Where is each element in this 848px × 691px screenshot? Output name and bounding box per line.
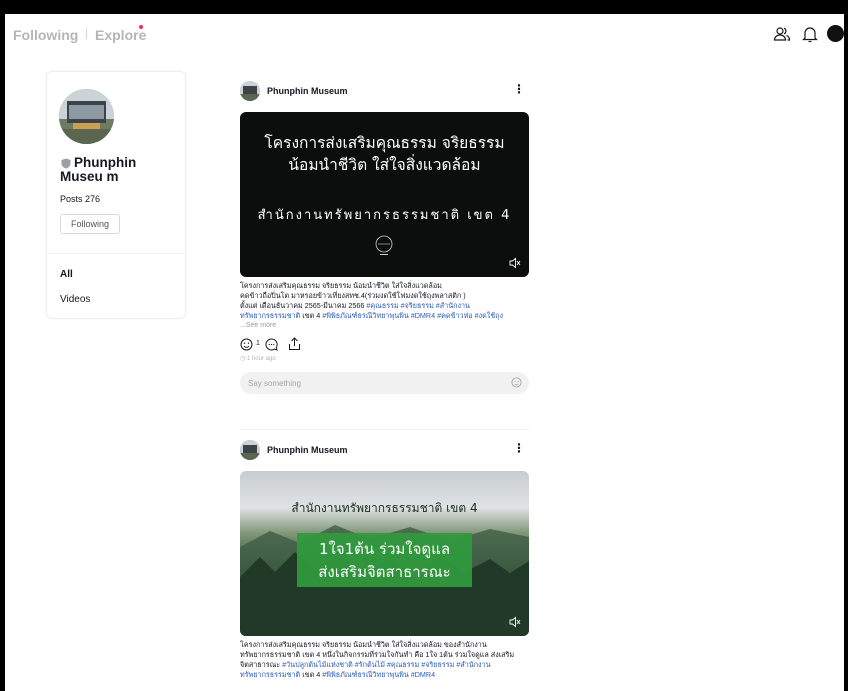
comment-input[interactable] bbox=[240, 372, 500, 394]
post-author-name[interactable]: Phunphin Museum bbox=[267, 86, 348, 96]
caption-hashtags[interactable]: #พิพิธภัณฑ์ธรณีวิทยาพุนพิน #DMR4 bbox=[322, 670, 435, 679]
following-button[interactable]: Following bbox=[60, 214, 120, 234]
nav-separator bbox=[86, 28, 87, 39]
video-subline: สำนักงานทรัพยากรธรรมชาติ เขต 4 bbox=[257, 208, 512, 223]
post-video[interactable]: โครงการส่งเสริมคุณธรรม จริยธรรม น้อมนำชี… bbox=[240, 112, 529, 277]
comment-box bbox=[240, 372, 529, 394]
bell-icon[interactable] bbox=[801, 25, 819, 43]
nav-following-tab[interactable]: Following bbox=[13, 27, 78, 43]
see-more-link[interactable]: ...See more bbox=[240, 321, 529, 331]
post-header: Phunphin Museum ⋮ bbox=[240, 81, 529, 105]
caption-text: ตั้งแต่ เดือนธันวาคม 2565-มีนาคม 2566 bbox=[240, 301, 365, 310]
profile-avatar[interactable] bbox=[59, 89, 114, 144]
caption-line: โครงการส่งเสริมคุณธรรม จริยธรรม น้อมนำชี… bbox=[240, 640, 487, 649]
banner-line-1: 1ใจ1ต้น ร่วมใจดูแล bbox=[318, 540, 451, 558]
reaction-count: 1 bbox=[256, 340, 260, 347]
video-headline-2: น้อมนำชีวิต ใส่ใจสิ่งแวดล้อม bbox=[288, 156, 481, 174]
share-icon[interactable] bbox=[288, 337, 301, 351]
clock-icon: ◷ bbox=[240, 356, 246, 362]
caption-line: ตั้งแต่ เดือนธันวาคม 2565-มีนาคม 2566 #ค… bbox=[240, 301, 529, 311]
profile-divider bbox=[47, 253, 185, 254]
feed-post: Phunphin Museum ⋮ สำนักงานทรัพยากรธรรมชา… bbox=[240, 440, 529, 680]
top-bar: Following Explore bbox=[5, 14, 844, 54]
emoji-icon[interactable] bbox=[511, 377, 522, 388]
caption-hashtags[interactable]: ทรัพยากรธรรมชาติ bbox=[240, 670, 300, 679]
post-author-avatar[interactable] bbox=[240, 81, 260, 101]
profile-card: Phunphin Museu m Posts 276 Following All… bbox=[46, 71, 186, 319]
profile-name: Phunphin Museu m bbox=[60, 155, 137, 184]
caption-line: ทรัพยากรธรรมชาติ เขต 4 หนึ่งในกิจกรรมที่… bbox=[240, 650, 515, 659]
more-options-icon[interactable]: ⋮ bbox=[513, 441, 525, 455]
caption-line: โครงการส่งเสริมคุณธรรม จริยธรรม น้อมนำชี… bbox=[240, 281, 442, 290]
caption-hashtags[interactable]: #พิพิธภัณฑ์ธรณีวิทยาพุนพิน #DMR4 #คดข้าว… bbox=[322, 311, 503, 320]
comment-icon[interactable] bbox=[265, 338, 278, 351]
mute-icon[interactable] bbox=[509, 257, 521, 269]
user-avatar[interactable] bbox=[827, 25, 844, 42]
caption-text: เขต 4 bbox=[302, 311, 321, 320]
post-actions: 1 bbox=[240, 335, 529, 355]
video-headline: สำนักงานทรัพยากรธรรมชาติ เขต 4 bbox=[291, 501, 478, 515]
feed-post: Phunphin Museum ⋮ โครงการส่งเสริมคุณธรรม… bbox=[240, 81, 529, 394]
post-time: ◷ 1 hour ago bbox=[240, 355, 529, 362]
caption-hashtags[interactable]: #วันปลูกต้นไม้แห่งชาติ #รักต้นไม้ #คุณธร… bbox=[282, 660, 490, 669]
app-window: Following Explore Phunphin Museu m Posts… bbox=[5, 14, 844, 691]
post-author-name[interactable]: Phunphin Museum bbox=[267, 445, 348, 455]
caption-hashtags[interactable]: #คุณธรรม #จริยธรรม #สำนักงาน bbox=[366, 301, 470, 310]
org-logo-icon bbox=[375, 235, 393, 255]
caption-text: เขต 4 bbox=[302, 670, 321, 679]
post-caption: โครงการส่งเสริมคุณธรรม จริยธรรม น้อมนำชี… bbox=[240, 281, 529, 331]
caption-text: จิตสาธารณะ bbox=[240, 660, 281, 669]
post-video[interactable]: สำนักงานทรัพยากรธรรมชาติ เขต 4 1ใจ1ต้น ร… bbox=[240, 471, 529, 636]
post-header: Phunphin Museum ⋮ bbox=[240, 440, 529, 464]
friends-icon[interactable] bbox=[773, 25, 791, 43]
posts-count: Posts 276 bbox=[60, 194, 101, 204]
post-author-avatar[interactable] bbox=[240, 440, 260, 460]
banner-line-2: ส่งเสริมจิตสาธารณะ bbox=[318, 563, 451, 581]
tab-all[interactable]: All bbox=[60, 269, 73, 280]
nav-explore-tab[interactable]: Explore bbox=[95, 27, 146, 43]
caption-line: คดข้าวถือปิ่นโต มาหรอยข้าวเที่ยงสทช.4(ร่… bbox=[240, 291, 466, 300]
post-time-text: 1 hour ago bbox=[246, 356, 276, 362]
mute-icon[interactable] bbox=[509, 616, 521, 628]
more-options-icon[interactable]: ⋮ bbox=[513, 82, 525, 96]
post-caption: โครงการส่งเสริมคุณธรรม จริยธรรม น้อมนำชี… bbox=[240, 640, 529, 680]
tab-videos[interactable]: Videos bbox=[60, 294, 90, 305]
feed-divider bbox=[240, 429, 529, 430]
caption-line: ทรัพยากรธรรมชาติ เขต 4 #พิพิธภัณฑ์ธรณีวิ… bbox=[240, 311, 529, 321]
explore-notification-dot bbox=[139, 25, 143, 29]
caption-line: ทรัพยากรธรรมชาติ เขต 4 #พิพิธภัณฑ์ธรณีวิ… bbox=[240, 670, 529, 680]
caption-hashtags[interactable]: ทรัพยากรธรรมชาติ bbox=[240, 311, 300, 320]
caption-line: จิตสาธารณะ #วันปลูกต้นไม้แห่งชาติ #รักต้… bbox=[240, 660, 529, 670]
reaction-smile-icon[interactable] bbox=[240, 338, 253, 351]
